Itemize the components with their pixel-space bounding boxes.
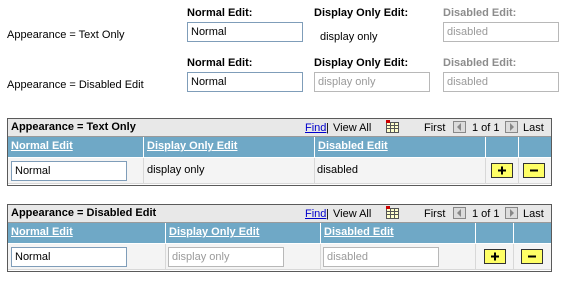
col-header-add [476, 223, 514, 243]
col-header-display-only-link[interactable]: Display Only Edit [147, 140, 237, 152]
col-header-disabled-link[interactable]: Disabled Edit [324, 226, 394, 238]
col-header-normal-edit: Normal Edit [8, 137, 144, 157]
col-header-disabled: Disabled Edit [321, 223, 476, 243]
table-row-cell-normal [8, 158, 144, 184]
col-header-display-only-link[interactable]: Display Only Edit [169, 226, 259, 238]
plus-icon [498, 166, 506, 175]
prev-button[interactable] [453, 121, 466, 133]
view-all-link[interactable]: View All [333, 208, 371, 220]
row2-appearance-label: Appearance = Disabled Edit [7, 79, 144, 91]
col-header-disabled-link[interactable]: Disabled Edit [318, 140, 388, 152]
grid-title-bar: Appearance = Disabled Edit Find | View A… [8, 205, 551, 223]
minus-icon [530, 169, 538, 172]
plus-icon [491, 252, 499, 261]
row2-normal-edit-label: Normal Edit: [187, 57, 253, 69]
col-header-disabled: Disabled Edit [315, 137, 486, 157]
nav-separator: | [326, 208, 329, 220]
grid-title: Appearance = Text Only [11, 121, 136, 133]
delete-row-button[interactable] [521, 249, 543, 264]
page-info: 1 of 1 [472, 208, 500, 220]
row2-normal-edit-input[interactable] [187, 72, 303, 92]
spreadsheet-icon[interactable] [386, 206, 400, 219]
row1-normal-edit-input[interactable] [187, 22, 303, 42]
row1-disabled-label: Disabled Edit: [443, 7, 517, 19]
table-row-cell-display-only [166, 244, 321, 270]
row2-disabled-label: Disabled Edit: [443, 57, 517, 69]
page-info: 1 of 1 [472, 122, 500, 134]
arrow-left-icon [457, 123, 461, 131]
row2-display-only-label: Display Only Edit: [314, 57, 409, 69]
table-row-cell-disabled [321, 244, 476, 270]
first-link: First [424, 208, 446, 220]
col-header-delete [519, 137, 551, 157]
grid2-disabled-input [323, 247, 439, 267]
table-row-cell-add [476, 244, 514, 270]
row1-display-only-label: Display Only Edit: [314, 7, 409, 19]
next-button[interactable] [505, 121, 518, 133]
grid1-display-only-value: display only [147, 164, 205, 176]
col-header-delete [514, 223, 551, 243]
grid-text-only: Appearance = Text Only Find | View All F… [7, 118, 552, 186]
col-header-display-only: Display Only Edit [144, 137, 315, 157]
find-link[interactable]: Find [305, 208, 326, 220]
row1-display-only-value: display only [320, 31, 378, 43]
col-header-normal-edit: Normal Edit [8, 223, 166, 243]
grid1-disabled-value: disabled [317, 164, 358, 176]
table-row-cell-add [486, 158, 519, 184]
row1-appearance-label: Appearance = Text Only [7, 29, 125, 41]
col-header-normal-edit-link[interactable]: Normal Edit [11, 226, 73, 238]
last-link: Last [523, 122, 544, 134]
first-link: First [424, 122, 446, 134]
last-link: Last [523, 208, 544, 220]
grid2-display-only-input [168, 247, 284, 267]
grid1-normal-edit-input[interactable] [11, 161, 127, 181]
grid2-normal-edit-input[interactable] [11, 247, 127, 267]
arrow-left-icon [457, 209, 461, 217]
grid-disabled-edit: Appearance = Disabled Edit Find | View A… [7, 204, 552, 272]
row1-disabled-input [443, 22, 559, 42]
row2-display-only-input [314, 72, 430, 92]
next-button[interactable] [505, 207, 518, 219]
table-row-cell-delete [514, 244, 551, 270]
grid-title-bar: Appearance = Text Only Find | View All F… [8, 119, 551, 137]
row1-normal-edit-label: Normal Edit: [187, 7, 253, 19]
delete-row-button[interactable] [523, 163, 545, 178]
col-header-display-only: Display Only Edit [166, 223, 321, 243]
grid-title: Appearance = Disabled Edit [11, 207, 157, 219]
prev-button[interactable] [453, 207, 466, 219]
col-header-normal-edit-link[interactable]: Normal Edit [11, 140, 73, 152]
arrow-right-icon [510, 123, 514, 131]
col-header-add [486, 137, 519, 157]
table-row-cell-display-only: display only [144, 158, 315, 184]
row2-disabled-input [443, 72, 559, 92]
spreadsheet-icon[interactable] [386, 120, 400, 133]
minus-icon [528, 255, 536, 258]
table-row-cell-normal [8, 244, 166, 270]
add-row-button[interactable] [484, 249, 506, 264]
find-link[interactable]: Find [305, 122, 326, 134]
arrow-right-icon [510, 209, 514, 217]
nav-separator: | [326, 122, 329, 134]
table-row-cell-disabled: disabled [315, 158, 486, 184]
view-all-link[interactable]: View All [333, 122, 371, 134]
table-row-cell-delete [519, 158, 551, 184]
add-row-button[interactable] [491, 163, 513, 178]
